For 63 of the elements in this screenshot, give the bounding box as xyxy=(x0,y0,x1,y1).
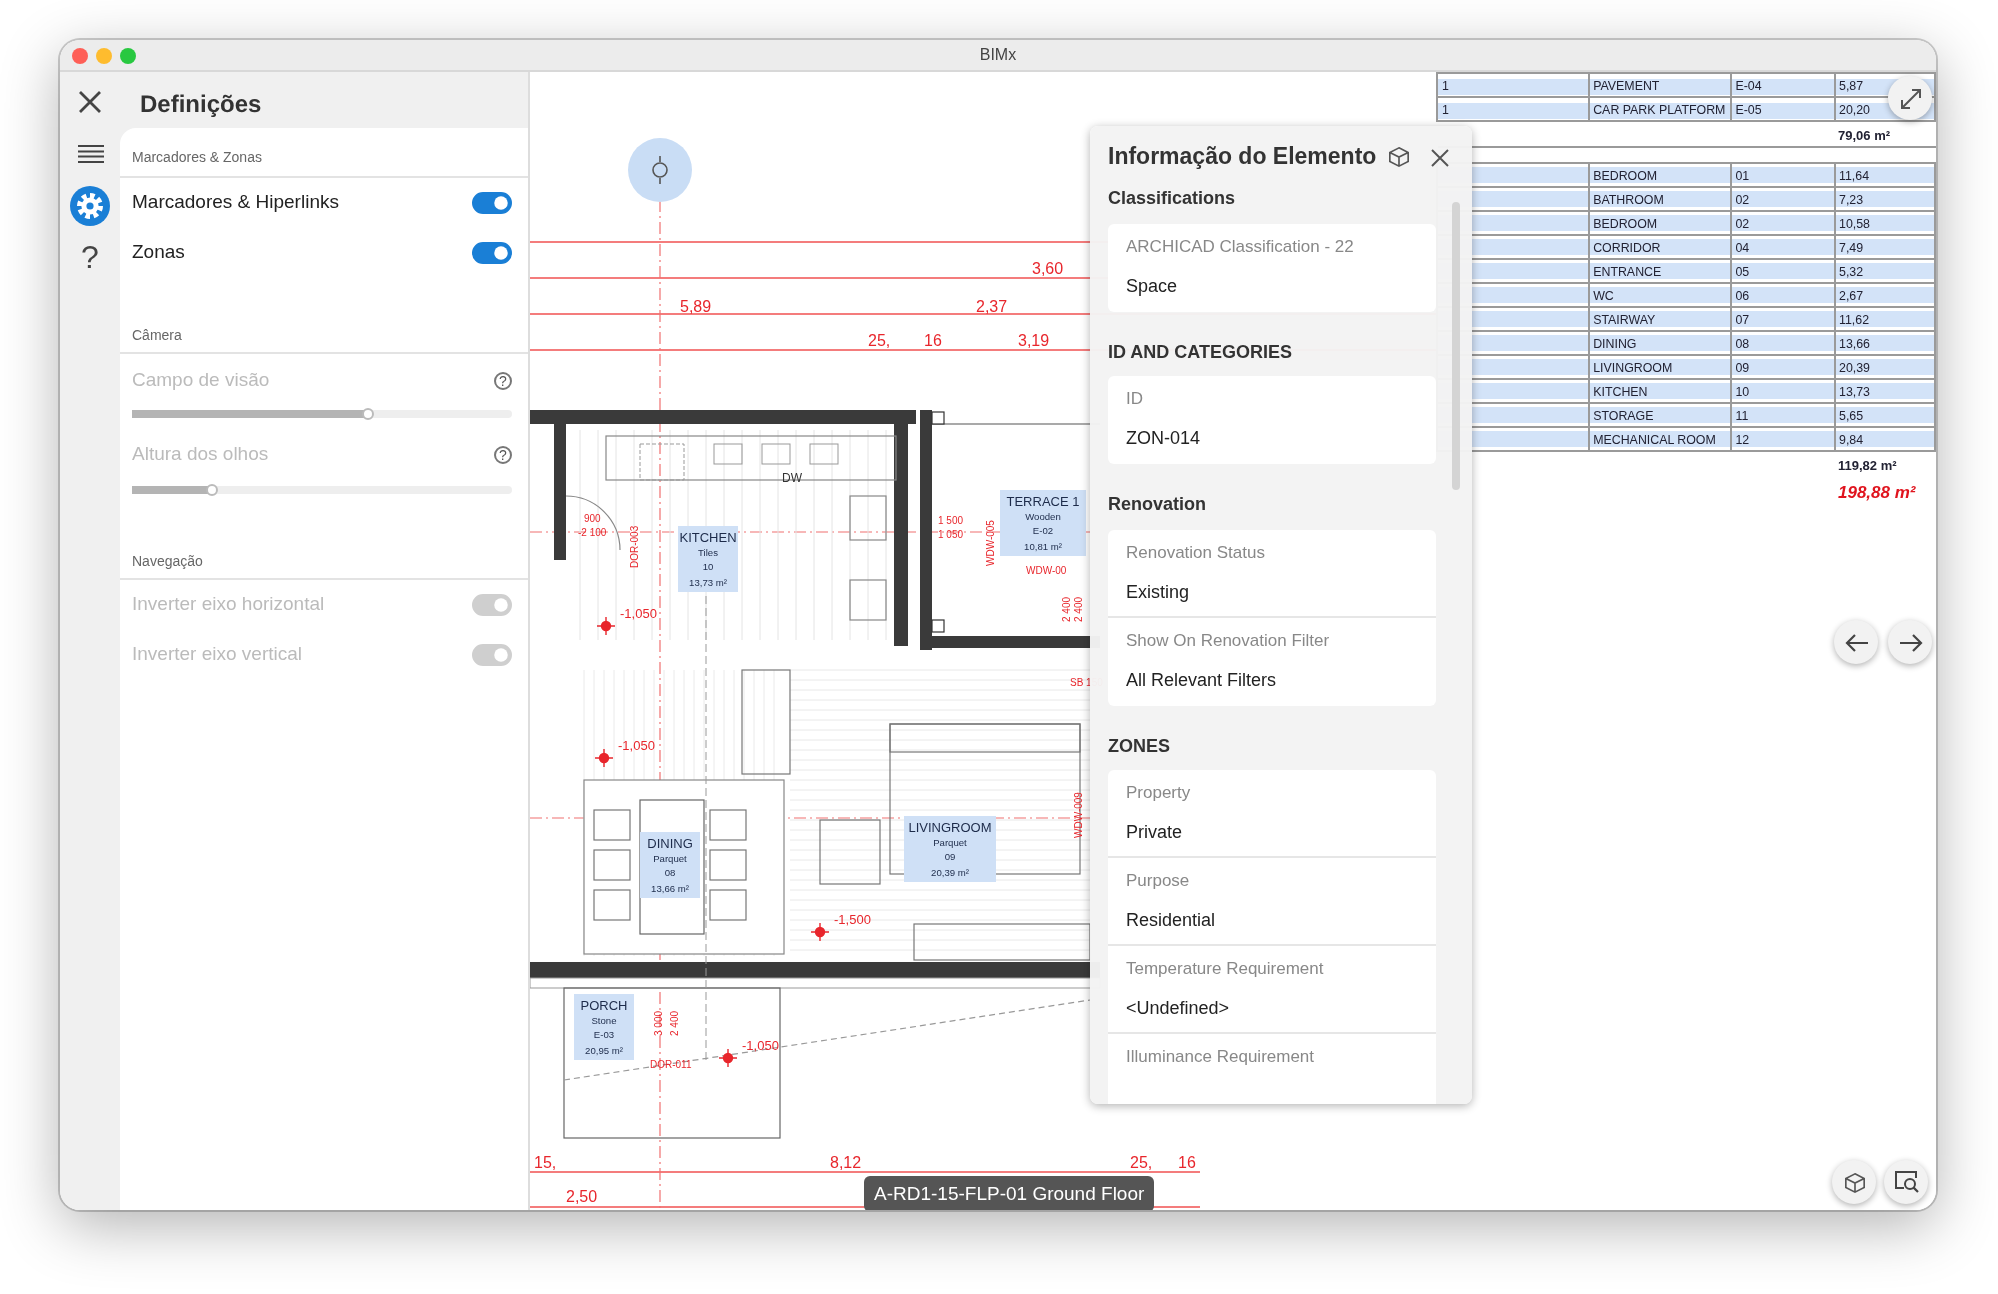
dimension-text: 2,37 xyxy=(976,298,1008,316)
cube-icon[interactable] xyxy=(1388,146,1411,169)
property-label: Property xyxy=(1126,780,1193,806)
dimension-text: 3,19 xyxy=(1018,332,1050,350)
dimension-text: 5,89 xyxy=(680,298,712,316)
total-value: 198,88 m² xyxy=(1836,479,1918,505)
setting-label: Campo de visão xyxy=(132,366,270,394)
room-tag[interactable] xyxy=(574,994,634,1060)
slider-track[interactable] xyxy=(132,410,512,419)
room-tag[interactable] xyxy=(1000,490,1086,556)
property-label: Illuminance Requirement xyxy=(1126,1044,1317,1070)
dimension-text: 8,12 xyxy=(830,1154,862,1172)
setting-label: Marcadores & Hiperlinks xyxy=(132,187,339,216)
property-value: Residential xyxy=(1126,908,1218,934)
toggle-switch[interactable] xyxy=(472,191,512,213)
section-heading: ID AND CATEGORIES xyxy=(1108,339,1295,366)
level-marker-icon xyxy=(718,1048,738,1068)
dimension-text: 25, xyxy=(868,332,891,350)
property-label: ID xyxy=(1126,386,1145,412)
search-icon[interactable] xyxy=(1884,1160,1928,1204)
property-value: Space xyxy=(1126,273,1180,300)
property-value: Existing xyxy=(1126,579,1192,606)
property-label: Show On Renovation Filter xyxy=(1126,627,1332,653)
property-label: Temperature Requirement xyxy=(1126,956,1326,982)
property-label: Purpose xyxy=(1126,868,1192,894)
dimension-text: 16 xyxy=(924,332,942,350)
property-label: ARCHICAD Classification - 22 xyxy=(1126,233,1356,259)
close-icon[interactable] xyxy=(1430,147,1451,168)
setting-label: Altura dos olhos xyxy=(132,440,269,469)
sheet-name-label: A-RD1-15-FLP-01 Ground Floor xyxy=(864,1176,1155,1210)
setting-label: Zonas xyxy=(132,237,185,266)
dimension-text: 25, xyxy=(1130,1154,1153,1172)
room-tag[interactable] xyxy=(678,526,738,592)
dimension-text: 15, xyxy=(534,1154,557,1172)
arrow-left-icon[interactable] xyxy=(1834,620,1878,664)
property-value: ZON-014 xyxy=(1126,426,1203,452)
setting-label: Inverter eixo vertical xyxy=(132,640,303,669)
section-heading: Classifications xyxy=(1108,186,1238,213)
cube-icon[interactable] xyxy=(1832,1160,1876,1204)
panel-title: Informação do Elemento xyxy=(1108,142,1377,173)
close-window-button[interactable] xyxy=(72,48,88,64)
dimension-text: 3,60 xyxy=(1032,260,1064,278)
level-marker-icon xyxy=(594,748,614,768)
property-value: All Relevant Filters xyxy=(1126,667,1279,693)
dimension-text: 2,50 xyxy=(566,1188,598,1206)
drawing-canvas[interactable] xyxy=(530,72,1936,1210)
toggle-switch[interactable] xyxy=(472,241,512,263)
setting-label: Inverter eixo horizontal xyxy=(132,590,325,619)
room-tag[interactable] xyxy=(640,832,700,898)
room-tag[interactable] xyxy=(904,816,996,882)
property-value: <Undefined> xyxy=(1126,996,1232,1022)
level-marker-icon xyxy=(810,922,830,942)
window-title: BIMx xyxy=(979,43,1017,67)
property-label: Renovation Status xyxy=(1126,539,1267,565)
level-marker-icon xyxy=(596,616,616,636)
property-value: Private xyxy=(1126,820,1185,846)
arrow-right-icon[interactable] xyxy=(1888,620,1932,664)
section-heading: ZONES xyxy=(1108,733,1173,760)
panel-title: Definições xyxy=(140,90,262,118)
settings-icon[interactable] xyxy=(70,186,110,226)
section-heading: Renovation xyxy=(1108,492,1209,519)
camera-marker-icon[interactable] xyxy=(628,138,692,202)
dimension-text: 16 xyxy=(1178,1154,1196,1172)
